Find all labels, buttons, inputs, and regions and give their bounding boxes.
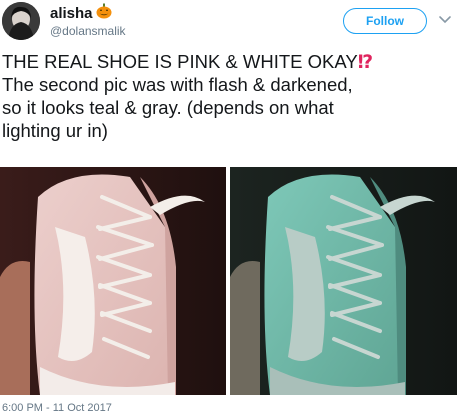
- tweet-text-line: The second pic was with flash & darkened…: [2, 74, 353, 95]
- display-name-text: alisha: [50, 4, 93, 22]
- tweet-text-line: THE REAL SHOE IS PINK & WHITE OKAY⁉: [2, 51, 374, 72]
- tweet-text-line: so it looks teal & gray. (depends on wha…: [2, 97, 334, 118]
- tweet-text: THE REAL SHOE IS PINK & WHITE OKAY⁉ The …: [2, 50, 457, 142]
- interrobang-icon: ⁉: [357, 51, 374, 72]
- jack-o-lantern-icon: [96, 3, 112, 23]
- display-name[interactable]: alisha: [50, 3, 112, 23]
- user-handle[interactable]: @dolansmalik: [50, 24, 126, 38]
- tweet-media: [0, 167, 457, 395]
- tweet-header: alisha @dolansmalik Follow: [0, 0, 457, 48]
- tweet-text-line: lighting ur in): [2, 120, 108, 141]
- tweet-timestamp[interactable]: 6:00 PM - 11 Oct 2017: [2, 402, 112, 414]
- shoe-photo-pink[interactable]: [0, 167, 226, 395]
- shoe-photo-teal[interactable]: [230, 167, 457, 395]
- avatar[interactable]: [2, 2, 40, 40]
- follow-button[interactable]: Follow: [343, 8, 427, 34]
- chevron-down-icon[interactable]: [438, 12, 452, 26]
